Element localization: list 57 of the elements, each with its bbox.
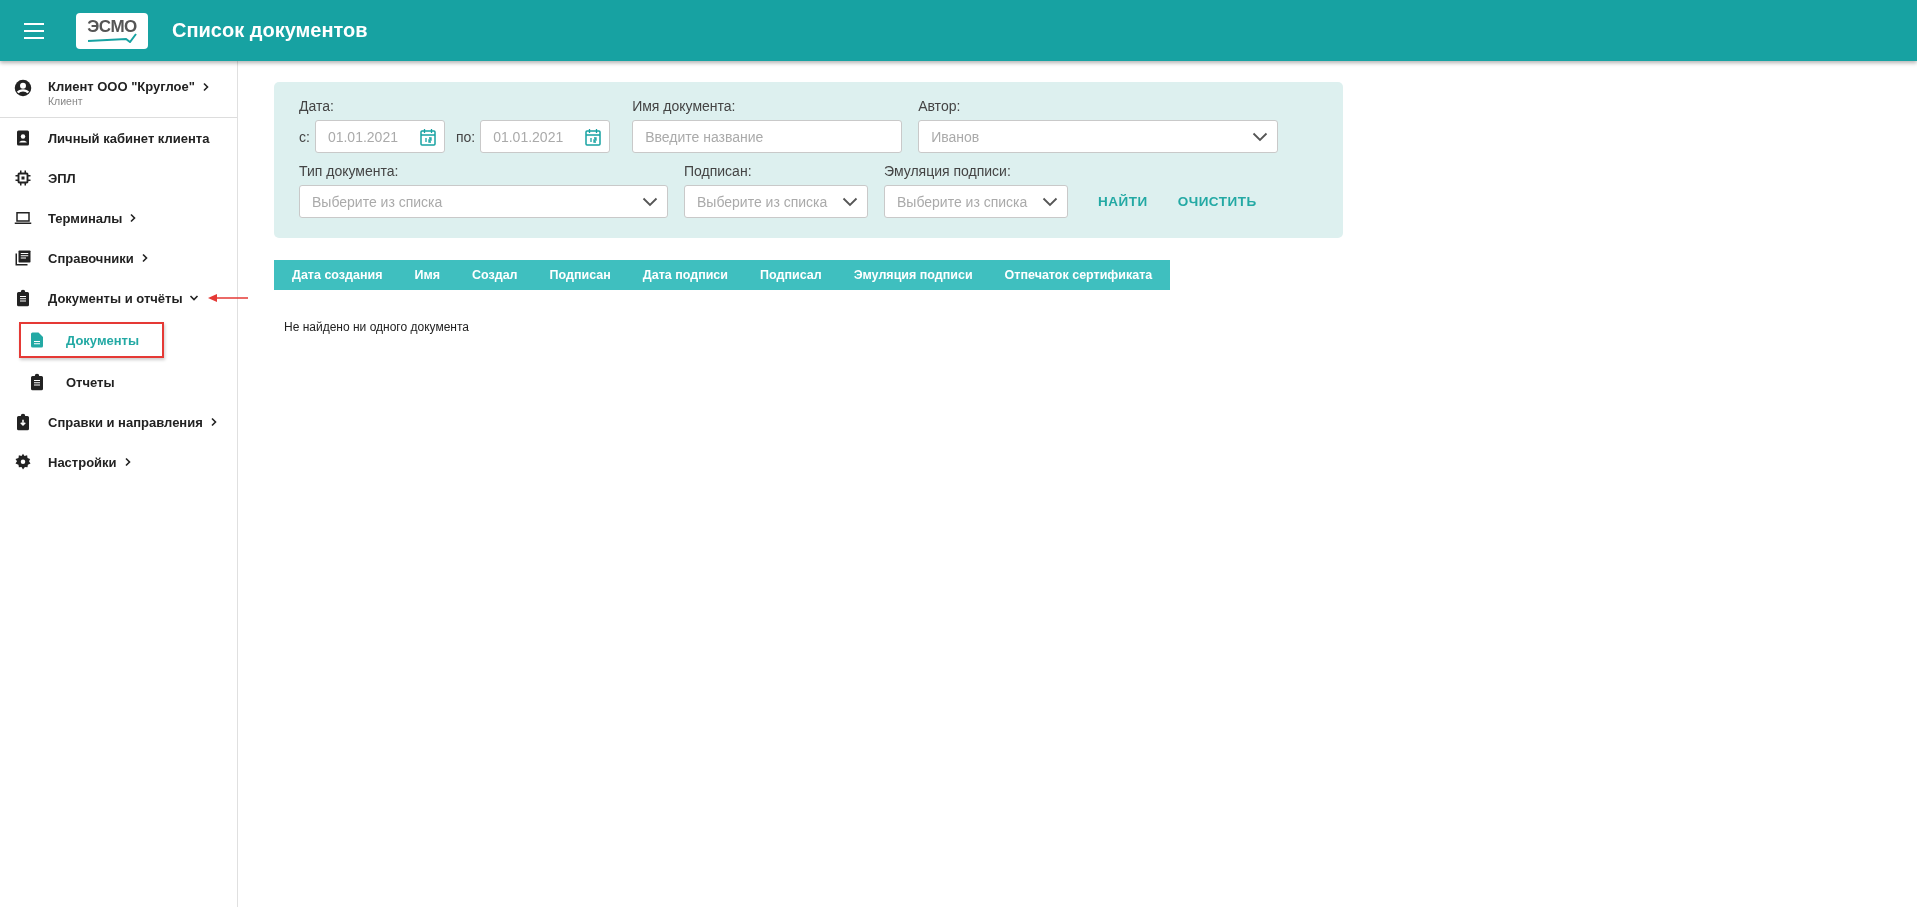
sidebar-item[interactable]: Документы xyxy=(66,332,149,348)
clipboard-icon xyxy=(28,373,46,391)
column-header[interactable]: Отпечаток сертификата xyxy=(988,268,1169,282)
user-role: Клиент xyxy=(48,95,84,107)
empty-message: Не найдено ни одного документа xyxy=(284,320,470,334)
dropdown[interactable]: Выберите из списка xyxy=(684,185,868,218)
chip-icon xyxy=(14,169,32,187)
user-name[interactable]: Клиент ООО "Круглое" xyxy=(48,79,195,94)
chevron-down-icon xyxy=(642,196,658,207)
sidebar-item[interactable]: Документы и отчёты xyxy=(48,290,183,306)
chevron-down-icon xyxy=(842,196,858,207)
calendar-icon[interactable] xyxy=(585,127,602,146)
sidebar-item[interactable]: Терминалы xyxy=(48,210,123,226)
books-icon xyxy=(14,249,32,267)
column-header[interactable]: Имя xyxy=(398,268,456,282)
text-button[interactable]: НАЙТИ xyxy=(1088,188,1158,215)
calendar-icon[interactable] xyxy=(419,127,436,146)
field-label: Автор: xyxy=(918,98,962,114)
field-label: Подписан: xyxy=(684,163,753,179)
dropdown[interactable]: Иванов xyxy=(918,120,1279,153)
column-header[interactable]: Эмуляция подписи xyxy=(837,268,989,282)
date-field[interactable]: 01.01.2021 xyxy=(480,120,611,153)
sidebar-item[interactable]: Справочники xyxy=(48,250,134,266)
dropdown[interactable]: Выберите из списка xyxy=(884,185,1068,218)
column-header[interactable]: Создал xyxy=(456,268,534,282)
column-header[interactable]: Дата подписи xyxy=(626,268,744,282)
logo[interactable]: ЭСМО xyxy=(76,12,148,49)
input-field[interactable]: Введите название xyxy=(632,120,903,153)
user-avatar-icon xyxy=(14,79,32,97)
page-title: Список документов xyxy=(172,19,368,42)
field-label: Имя документа: xyxy=(632,98,737,114)
date-field[interactable]: 01.01.2021 xyxy=(314,120,445,153)
file-icon xyxy=(28,331,46,349)
chevron-down-icon xyxy=(188,293,199,303)
field-label: Дата: xyxy=(299,98,335,114)
sidebar-item[interactable]: Настройки xyxy=(48,454,117,470)
dropdown[interactable]: Выберите из списка xyxy=(299,185,668,218)
text-button[interactable]: ОЧИСТИТЬ xyxy=(1167,188,1267,215)
field-label: Тип документа: xyxy=(299,163,400,179)
chevron-down-icon xyxy=(1252,131,1269,142)
menu-icon[interactable] xyxy=(24,22,44,39)
chevron-down-icon xyxy=(1042,196,1058,207)
laptop-icon xyxy=(14,209,32,227)
sidebar-item[interactable]: Личный кабинет клиента xyxy=(48,130,210,146)
sidebar-item[interactable]: Отчеты xyxy=(66,374,115,390)
field-label: Эмуляция подписи: xyxy=(884,163,1012,179)
column-header[interactable]: Подписал xyxy=(744,268,838,282)
settings-icon xyxy=(14,453,32,471)
field-label: по: xyxy=(455,128,476,145)
field-label: с: xyxy=(299,128,310,145)
column-header[interactable]: Дата создания xyxy=(276,268,399,282)
sidebar-item[interactable]: ЭПЛ xyxy=(48,170,76,186)
annotation-arrow xyxy=(208,294,248,302)
column-header[interactable]: Подписан xyxy=(533,268,627,282)
clipboard-icon xyxy=(14,289,32,307)
badge-icon xyxy=(14,129,32,147)
sidebar-item[interactable]: Справки и направления xyxy=(48,414,203,430)
